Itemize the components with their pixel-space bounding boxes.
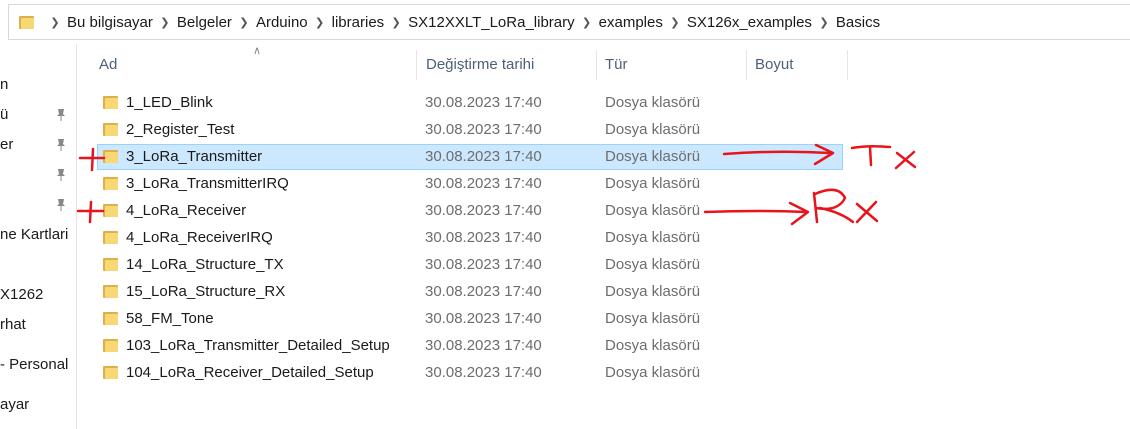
list-item[interactable]: 4_LoRa_Receiver 30.08.2023 17:40 Dosya k… xyxy=(97,198,843,224)
file-type: Dosya klasörü xyxy=(605,283,701,300)
file-name: 3_LoRa_TransmitterIRQ xyxy=(126,175,289,192)
file-date: 30.08.2023 17:40 xyxy=(425,229,542,246)
file-name: 14_LoRa_Structure_TX xyxy=(126,256,284,273)
file-name: 4_LoRa_ReceiverIRQ xyxy=(126,229,273,246)
file-type: Dosya klasörü xyxy=(605,364,701,381)
file-type: Dosya klasörü xyxy=(605,229,701,246)
file-name: 15_LoRa_Structure_RX xyxy=(126,283,286,300)
folder-icon xyxy=(103,150,118,163)
file-name: 104_LoRa_Receiver_Detailed_Setup xyxy=(126,364,374,381)
folder-icon xyxy=(103,231,118,244)
list-item[interactable]: 58_FM_Tone 30.08.2023 17:40 Dosya klasör… xyxy=(97,306,843,332)
folder-icon xyxy=(103,123,118,136)
folder-icon xyxy=(103,258,118,271)
file-type: Dosya klasörü xyxy=(605,202,701,219)
file-name: 1_LED_Blink xyxy=(126,94,213,111)
folder-icon xyxy=(103,339,118,352)
folder-icon xyxy=(103,204,118,217)
file-date: 30.08.2023 17:40 xyxy=(425,121,542,138)
file-name: 103_LoRa_Transmitter_Detailed_Setup xyxy=(126,337,390,354)
file-date: 30.08.2023 17:40 xyxy=(425,202,542,219)
file-name: 3_LoRa_Transmitter xyxy=(126,148,263,165)
file-list: 1_LED_Blink 30.08.2023 17:40 Dosya klasö… xyxy=(0,0,1130,429)
file-type: Dosya klasörü xyxy=(605,175,701,192)
list-item[interactable]: 103_LoRa_Transmitter_Detailed_Setup 30.0… xyxy=(97,333,843,359)
list-item[interactable]: 1_LED_Blink 30.08.2023 17:40 Dosya klasö… xyxy=(97,90,843,116)
file-name: 2_Register_Test xyxy=(126,121,235,138)
file-date: 30.08.2023 17:40 xyxy=(425,148,542,165)
file-name: 4_LoRa_Receiver xyxy=(126,202,247,219)
file-date: 30.08.2023 17:40 xyxy=(425,283,542,300)
file-date: 30.08.2023 17:40 xyxy=(425,337,542,354)
folder-icon xyxy=(103,312,118,325)
file-name: 58_FM_Tone xyxy=(126,310,214,327)
list-item[interactable]: 15_LoRa_Structure_RX 30.08.2023 17:40 Do… xyxy=(97,279,843,305)
folder-icon xyxy=(103,96,118,109)
list-item[interactable]: 14_LoRa_Structure_TX 30.08.2023 17:40 Do… xyxy=(97,252,843,278)
list-item[interactable]: 104_LoRa_Receiver_Detailed_Setup 30.08.2… xyxy=(97,360,843,386)
list-item[interactable]: 2_Register_Test 30.08.2023 17:40 Dosya k… xyxy=(97,117,843,143)
list-item-selected[interactable]: 3_LoRa_Transmitter 30.08.2023 17:40 Dosy… xyxy=(97,144,843,170)
file-date: 30.08.2023 17:40 xyxy=(425,256,542,273)
file-date: 30.08.2023 17:40 xyxy=(425,175,542,192)
file-date: 30.08.2023 17:40 xyxy=(425,310,542,327)
file-type: Dosya klasörü xyxy=(605,337,701,354)
list-item[interactable]: 3_LoRa_TransmitterIRQ 30.08.2023 17:40 D… xyxy=(97,171,843,197)
list-item[interactable]: 4_LoRa_ReceiverIRQ 30.08.2023 17:40 Dosy… xyxy=(97,225,843,251)
file-type: Dosya klasörü xyxy=(605,94,701,111)
folder-icon xyxy=(103,285,118,298)
file-type: Dosya klasörü xyxy=(605,148,701,165)
file-date: 30.08.2023 17:40 xyxy=(425,364,542,381)
file-type: Dosya klasörü xyxy=(605,310,701,327)
file-type: Dosya klasörü xyxy=(605,121,701,138)
file-type: Dosya klasörü xyxy=(605,256,701,273)
file-date: 30.08.2023 17:40 xyxy=(425,94,542,111)
folder-icon xyxy=(103,366,118,379)
folder-icon xyxy=(103,177,118,190)
